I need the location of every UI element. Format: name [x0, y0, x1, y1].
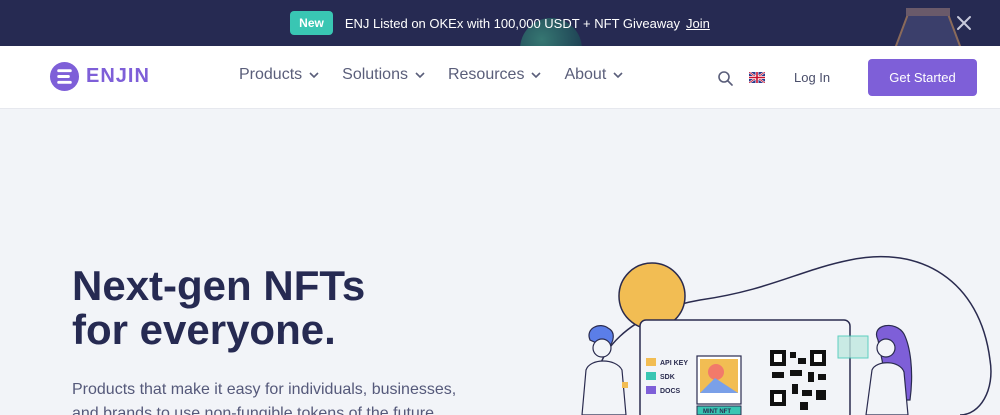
menu-about-label: About — [564, 66, 607, 83]
chevron-down-icon — [531, 72, 542, 79]
menu-solutions[interactable]: Solutions — [342, 66, 426, 84]
hero-title-line2: for everyone. — [72, 306, 336, 353]
announcement-text: ENJ Listed on OKEx with 100,000 USDT + N… — [344, 15, 680, 31]
enjin-logo[interactable]: ENJIN — [49, 61, 150, 92]
menu-products[interactable]: Products — [239, 66, 320, 84]
api-key-label: API KEY — [646, 358, 688, 367]
label-api-key: API KEY — [660, 360, 688, 367]
sdk-label: SDK — [646, 372, 675, 381]
menu-about[interactable]: About — [564, 66, 624, 84]
chevron-down-icon — [309, 72, 319, 79]
chevron-down-icon — [415, 72, 425, 79]
main-menu: Products Solutions Resources About — [239, 66, 624, 84]
hero-subtitle: Products that make it easy for individua… — [72, 381, 457, 415]
label-sdk: SDK — [660, 374, 675, 381]
login-link[interactable]: Log In — [794, 70, 830, 85]
chevron-down-icon — [613, 72, 623, 79]
new-badge: New — [290, 11, 333, 35]
sun-circle — [618, 262, 686, 330]
enjin-logo-icon — [49, 61, 80, 92]
hero-title: Next-gen NFTs for everyone. — [72, 264, 365, 352]
menu-solutions-label: Solutions — [342, 66, 408, 83]
menu-resources-label: Resources — [447, 66, 525, 83]
docs-label: DOCS — [646, 386, 681, 395]
announcement-join-link[interactable]: Join — [686, 16, 710, 31]
logo-text: ENJIN — [86, 65, 150, 87]
label-docs: DOCS — [660, 388, 681, 395]
board — [639, 319, 851, 415]
mint-nft-label: MINT NFT — [703, 409, 731, 415]
announcement-bar: New ENJ Listed on OKEx with 100,000 USDT… — [0, 0, 1000, 46]
hero-illustration: API KEY SDK DOCS MINT NFT — [581, 255, 992, 415]
close-icon[interactable] — [954, 13, 974, 33]
uk-flag-icon[interactable] — [749, 72, 765, 83]
menu-products-label: Products — [239, 66, 303, 83]
search-icon[interactable] — [717, 70, 733, 86]
navbar: ENJIN Products Solutions Resources About… — [0, 46, 1000, 109]
hero-title-line1: Next-gen NFTs — [72, 262, 366, 309]
get-started-button[interactable]: Get Started — [868, 59, 977, 96]
person-left — [581, 325, 628, 415]
menu-resources[interactable]: Resources — [448, 66, 542, 84]
